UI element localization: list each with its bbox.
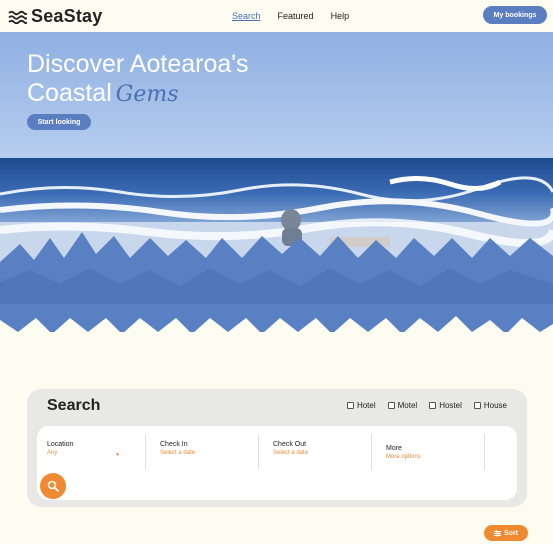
house-label: House	[483, 401, 507, 410]
main-nav: Search Featured Help	[232, 11, 349, 21]
field-divider	[145, 434, 146, 470]
hero-title-line1: Discover Aotearoa's	[27, 50, 249, 78]
search-panel: Search Hotel Motel Hostel House Location…	[27, 389, 527, 507]
type-motel[interactable]: Motel	[387, 401, 418, 410]
search-title: Search	[47, 397, 101, 414]
brand-name: SeaStay	[31, 6, 103, 26]
brand-logo[interactable]: SeaStay	[8, 6, 102, 27]
field-divider	[371, 434, 372, 470]
nav-search[interactable]: Search	[232, 11, 261, 21]
field-divider	[484, 434, 485, 470]
my-bookings-button[interactable]: My bookings	[483, 6, 547, 24]
checkin-label: Check In	[160, 441, 188, 448]
start-looking-button[interactable]: Start looking	[27, 114, 91, 130]
hero-heading: Discover Aotearoa's Coastal Gems	[27, 50, 249, 109]
checkout-label: Check Out	[273, 441, 307, 448]
sort-button[interactable]: Sort	[484, 525, 528, 541]
hotel-label: Hotel	[356, 401, 376, 410]
hero-banner: Discover Aotearoa's Coastal Gems Start lo…	[0, 32, 553, 352]
sliders-icon	[494, 530, 501, 536]
motel-label: Motel	[397, 401, 418, 410]
sort-label: Sort	[504, 529, 518, 537]
field-divider	[258, 434, 259, 470]
more-label: More	[386, 445, 402, 452]
location-field[interactable]: Location Any ▼	[47, 434, 145, 470]
more-options-field[interactable]: More More options	[386, 438, 484, 474]
nav-featured[interactable]: Featured	[278, 11, 314, 21]
checkin-field[interactable]: Check In Select a date	[160, 434, 258, 470]
search-button[interactable]	[40, 473, 66, 499]
house-checkbox[interactable]	[473, 402, 481, 409]
hero-title-coastal: Coastal	[27, 79, 112, 107]
chevron-down-icon: ▼	[115, 452, 120, 458]
motel-checkbox[interactable]	[387, 402, 395, 409]
hostel-checkbox[interactable]	[429, 402, 437, 409]
checkin-placeholder: Select a date	[160, 450, 196, 456]
accommodation-type-filters: Hotel Motel Hostel House	[346, 401, 507, 410]
search-fields: Location Any ▼ Check In Select a date Ch…	[37, 426, 517, 500]
hotel-checkbox[interactable]	[346, 402, 354, 409]
type-house[interactable]: House	[473, 401, 507, 410]
hostel-label: Hostel	[439, 401, 462, 410]
type-hotel[interactable]: Hotel	[346, 401, 376, 410]
search-icon	[47, 480, 59, 492]
checkout-placeholder: Select a date	[273, 450, 309, 456]
nav-help[interactable]: Help	[331, 11, 350, 21]
checkout-field[interactable]: Check Out Select a date	[273, 434, 371, 470]
top-header: SeaStay Search Featured Help My bookings	[0, 0, 553, 32]
more-value: More options	[386, 454, 421, 460]
hero-title-accent: Gems	[115, 82, 179, 107]
type-hostel[interactable]: Hostel	[429, 401, 462, 410]
location-value: Any	[47, 450, 58, 456]
hero-title-line2: Coastal Gems	[27, 79, 249, 109]
waves-icon	[8, 10, 27, 24]
location-label: Location	[47, 441, 74, 448]
